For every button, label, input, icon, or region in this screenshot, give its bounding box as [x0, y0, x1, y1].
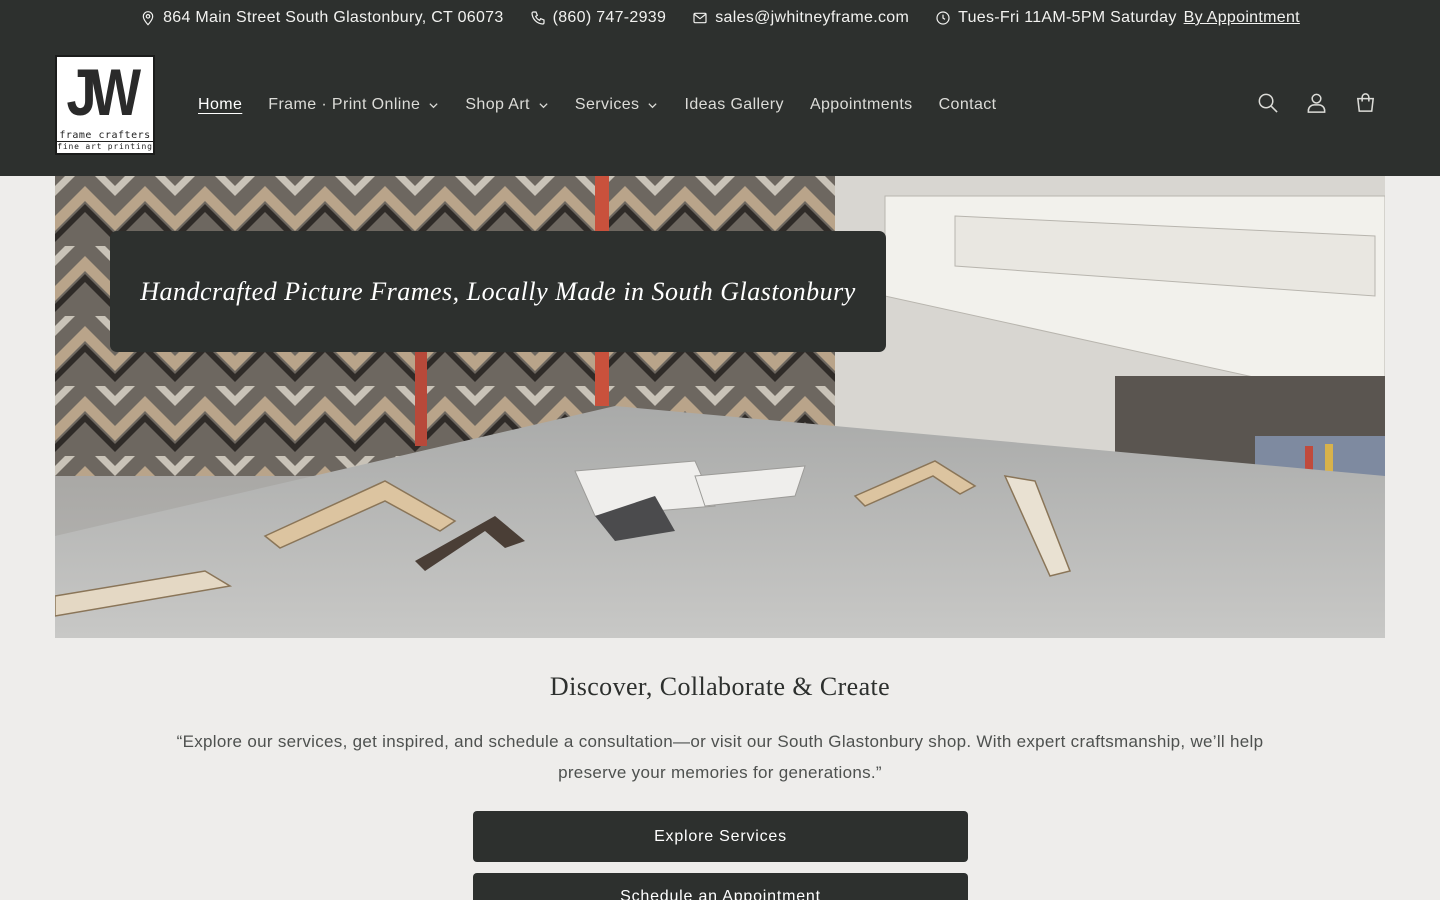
hero-title: Handcrafted Picture Frames, Locally Made… [140, 276, 856, 306]
announcement-bar: 864 Main Street South Glastonbury, CT 06… [0, 0, 1440, 36]
clock-icon [936, 11, 950, 25]
chevron-down-icon [648, 102, 658, 108]
email-text[interactable]: sales@jwhitneyframe.com [715, 9, 909, 27]
appointment-link[interactable]: By Appointment [1184, 9, 1300, 27]
phone-text[interactable]: (860) 747-2939 [553, 9, 667, 27]
nav-label: Ideas Gallery [684, 96, 784, 113]
nav-item-shop-art[interactable]: Shop Art [452, 90, 562, 120]
header-icons [1255, 90, 1378, 115]
site-header: JW frame crafters fine art printing Home… [0, 36, 1440, 176]
intro-heading: Discover, Collaborate & Create [549, 672, 891, 701]
cart-button[interactable] [1353, 90, 1378, 115]
explore-services-button[interactable]: Explore Services [473, 811, 968, 862]
logo-line-1: frame crafters [59, 130, 151, 141]
intro-section: Discover, Collaborate & Create “Explore … [0, 672, 1440, 788]
mail-icon [693, 12, 707, 24]
hero-caption-card: Handcrafted Picture Frames, Locally Made… [110, 231, 886, 352]
nav-item-frame-print-online[interactable]: Frame · Print Online [255, 90, 452, 120]
schedule-appointment-button[interactable]: Schedule an Appointment [473, 873, 968, 900]
main-nav: Home Frame · Print Online Shop Art Servi… [185, 88, 1010, 122]
nav-item-ideas-gallery[interactable]: Ideas Gallery [671, 90, 796, 120]
phone-icon [530, 11, 545, 25]
nav-label: Appointments [809, 96, 913, 113]
hours-item: Tues-Fri 11AM-5PM Saturday By Appointmen… [935, 9, 1300, 27]
nav-label: Contact [938, 96, 997, 113]
address-text: 864 Main Street South Glastonbury, CT 06… [163, 9, 504, 26]
intro-text: “Explore our services, get inspired, and… [176, 732, 1264, 782]
chevron-down-icon [539, 102, 548, 108]
hero-banner: Handcrafted Picture Frames, Locally Made… [55, 176, 1385, 638]
chevron-down-icon [429, 102, 438, 108]
nav-label: Home [198, 96, 243, 113]
email-item[interactable]: sales@jwhitneyframe.com [692, 9, 909, 27]
search-icon [1258, 93, 1278, 113]
nav-item-contact[interactable]: Contact [926, 90, 1010, 120]
logo-line-2: fine art printing [57, 141, 153, 151]
phone-item[interactable]: (860) 747-2939 [530, 9, 667, 27]
nav-item-services[interactable]: Services [562, 90, 672, 120]
nav-label: Frame · Print Online [268, 96, 421, 113]
nav-label: Shop Art [465, 96, 530, 113]
nav-item-home[interactable]: Home [185, 90, 255, 120]
map-pin-icon [142, 11, 154, 26]
address-item: 864 Main Street South Glastonbury, CT 06… [140, 9, 504, 27]
search-button[interactable] [1255, 90, 1280, 115]
nav-label: Services [574, 96, 640, 113]
logo[interactable]: JW frame crafters fine art printing [55, 55, 155, 155]
hours-text: Tues-Fri 11AM-5PM Saturday [958, 9, 1177, 26]
account-icon [1307, 93, 1326, 113]
account-button[interactable] [1304, 90, 1329, 115]
cart-icon [1356, 93, 1375, 112]
logo-mark: JW [65, 55, 141, 129]
nav-item-appointments[interactable]: Appointments [797, 90, 926, 120]
